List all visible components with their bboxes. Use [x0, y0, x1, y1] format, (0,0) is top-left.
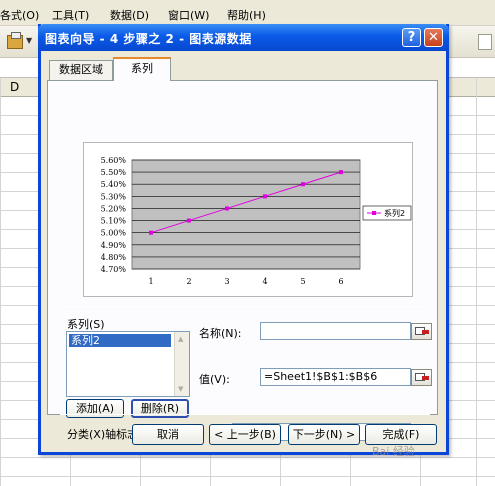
- next-button[interactable]: 下一步(N) >: [288, 424, 360, 445]
- y-tick-label: 5.40%: [101, 180, 127, 189]
- scroll-down-icon[interactable]: ▼: [178, 385, 183, 393]
- legend-marker: [372, 211, 376, 215]
- name-field-label: 名称(N):: [199, 327, 242, 340]
- plot-area: [131, 159, 361, 270]
- separator: [60, 306, 430, 307]
- back-button[interactable]: < 上一步(B): [209, 424, 281, 445]
- x-tick-label: 2: [186, 277, 191, 286]
- data-point: [263, 194, 267, 199]
- watermark: Bai 经验: [372, 445, 415, 458]
- toolbar-dropdown[interactable]: [478, 34, 492, 50]
- finish-button[interactable]: 完成(F): [365, 424, 437, 445]
- value-collapse-dialog-button[interactable]: [411, 369, 432, 386]
- y-tick-label: 5.50%: [101, 168, 127, 177]
- y-tick-label: 5.10%: [101, 217, 127, 226]
- separator: [60, 414, 430, 415]
- menu-window[interactable]: 窗口(W): [168, 7, 209, 23]
- y-tick-label: 5.30%: [101, 192, 127, 201]
- value-field[interactable]: =Sheet1!$B$1:$B$6: [260, 368, 411, 386]
- data-point: [225, 206, 229, 211]
- series-listbox[interactable]: 系列2 ▲ ▼: [66, 331, 190, 397]
- x-tick-label: 1: [148, 277, 153, 286]
- chart-svg: 5.60% 5.50% 5.40% 5.30% 5.20% 5.10% 5.00% 4.90%…: [101, 156, 412, 286]
- tab-series[interactable]: 系列: [113, 57, 171, 81]
- x-tick-label: 5: [300, 277, 305, 286]
- y-tick-label: 4.70%: [101, 265, 127, 274]
- tab-data-range[interactable]: 数据区域: [49, 60, 113, 80]
- y-tick-label: 5.00%: [101, 229, 127, 238]
- name-collapse-dialog-button[interactable]: [411, 323, 432, 340]
- y-tick-label: 5.20%: [101, 204, 127, 213]
- help-button[interactable]: ?: [402, 28, 421, 47]
- dropdown-arrow-icon[interactable]: ▼: [26, 36, 32, 45]
- column-header-d[interactable]: D: [10, 80, 19, 94]
- grid-line: [0, 78, 1, 486]
- data-point: [187, 218, 191, 223]
- x-tick-label: 6: [338, 277, 343, 286]
- grid-line: [476, 78, 477, 486]
- y-tick-label: 4.80%: [101, 253, 127, 262]
- add-series-button[interactable]: 添加(A): [66, 399, 124, 418]
- paste-icon[interactable]: [7, 32, 23, 49]
- chart-preview: 5.60% 5.50% 5.40% 5.30% 5.20% 5.10% 5.00% 4.90%…: [83, 142, 413, 297]
- x-tick-label: 3: [224, 277, 229, 286]
- cancel-button[interactable]: 取消: [132, 424, 204, 445]
- scroll-up-icon[interactable]: ▲: [178, 335, 183, 343]
- data-point: [149, 230, 153, 235]
- menu-data[interactable]: 数据(D): [110, 7, 149, 23]
- data-point: [301, 182, 305, 187]
- menu-tools[interactable]: 工具(T): [52, 7, 89, 23]
- menu-format[interactable]: 各式(O): [0, 7, 39, 23]
- dialog-title: 图表向导 - 4 步骤之 2 - 图表源数据: [45, 32, 252, 46]
- series-tab-panel: 5.60% 5.50% 5.40% 5.30% 5.20% 5.10% 5.00% 4.90%…: [47, 80, 438, 441]
- dialog-titlebar[interactable]: 图表向导 - 4 步骤之 2 - 图表源数据 ? ✕: [38, 24, 449, 51]
- excel-menubar: 各式(O) 工具(T) 数据(D) 窗口(W) 帮助(H): [0, 0, 495, 26]
- listbox-scrollbar[interactable]: ▲ ▼: [174, 332, 189, 396]
- data-point: [339, 170, 343, 175]
- series-list-item[interactable]: 系列2: [69, 334, 171, 347]
- name-field[interactable]: [260, 322, 411, 340]
- y-tick-label: 4.90%: [101, 241, 127, 250]
- series-list-label: 系列(S): [67, 318, 105, 331]
- close-button[interactable]: ✕: [424, 28, 443, 47]
- chart-wizard-dialog: 图表向导 - 4 步骤之 2 - 图表源数据 ? ✕ 数据区域 系列 5.60%…: [38, 24, 449, 455]
- menu-help[interactable]: 帮助(H): [227, 7, 266, 23]
- x-tick-label: 4: [262, 277, 267, 286]
- remove-series-button[interactable]: 删除(R): [131, 399, 189, 418]
- legend-label: 系列2: [384, 208, 405, 218]
- y-tick-label: 5.60%: [101, 156, 127, 165]
- value-field-label: 值(V):: [199, 373, 230, 386]
